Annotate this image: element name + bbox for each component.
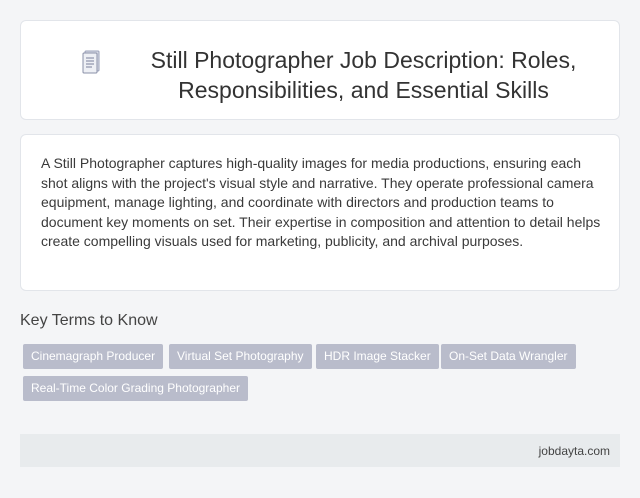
document-icon [81,49,103,75]
tag-hdr-image-stacker[interactable]: HDR Image Stacker [316,344,439,369]
tag-on-set-data-wrangler[interactable]: On-Set Data Wrangler [441,344,576,369]
job-description: A Still Photographer captures high-quali… [41,155,601,249]
key-terms-heading: Key Terms to Know [20,312,158,329]
tag-virtual-set-photography[interactable]: Virtual Set Photography [169,344,312,369]
description-card: A Still Photographer captures high-quali… [20,134,620,291]
page-title: Still Photographer Job Description: Role… [150,47,577,103]
tag-real-time-color-grading-photographer[interactable]: Real-Time Color Grading Photographer [23,376,248,401]
footer: jobdayta.com [20,434,620,467]
title-card: Still Photographer Job Description: Role… [20,20,620,120]
site-link[interactable]: jobdayta.com [539,444,610,458]
tag-cinemagraph-producer[interactable]: Cinemagraph Producer [23,344,164,369]
